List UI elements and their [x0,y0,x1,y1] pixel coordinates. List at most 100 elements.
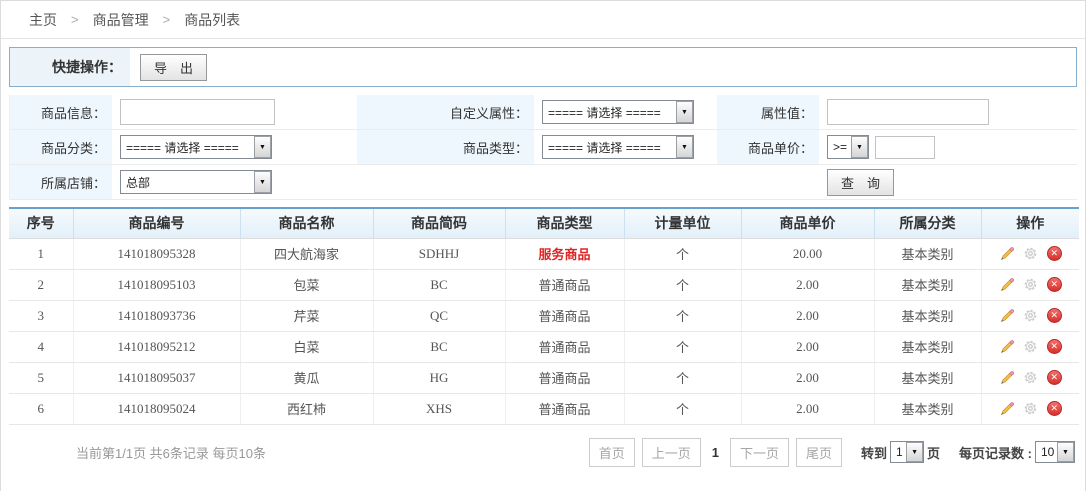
unit-price-operator-select[interactable]: >= ▼ [827,135,869,159]
gear-icon[interactable] [1023,277,1039,293]
product-price: 2.00 [741,393,874,424]
breadcrumb-separator-icon: > [71,12,79,27]
delete-icon[interactable]: ✕ [1047,308,1062,323]
gear-icon[interactable] [1023,308,1039,324]
product-code: 141018095103 [73,269,240,300]
breadcrumb-product-management[interactable]: 商品管理 [93,10,149,30]
breadcrumb-home[interactable]: 主页 [29,10,57,30]
gear-icon[interactable] [1023,370,1039,386]
breadcrumb: 主页 > 商品管理 > 商品列表 [1,1,1085,39]
delete-icon[interactable]: ✕ [1047,401,1062,416]
product-name: 白菜 [240,331,373,362]
header-short-code: 商品简码 [373,208,505,238]
product-short-code: BC [373,331,505,362]
product-unit: 个 [624,362,741,393]
search-button[interactable]: 查 询 [827,169,894,196]
goto-page-select[interactable]: 1 ▼ [890,441,924,463]
edit-icon[interactable] [999,339,1015,355]
table-header-row: 序号 商品编号 商品名称 商品简码 商品类型 计量单位 商品单价 所属分类 操作 [9,208,1079,238]
delete-icon[interactable]: ✕ [1047,246,1062,261]
export-button[interactable]: 导 出 [140,54,207,81]
edit-icon[interactable] [999,308,1015,324]
table-row: 1 141018095328 四大航海家 SDHHJ 服务商品 个 20.00 … [9,238,1079,269]
header-product-name: 商品名称 [240,208,373,238]
product-table: 序号 商品编号 商品名称 商品简码 商品类型 计量单位 商品单价 所属分类 操作… [9,207,1079,425]
chevron-down-icon: ▼ [906,442,923,462]
gear-icon[interactable] [1023,339,1039,355]
chevron-down-icon: ▼ [254,171,271,193]
chevron-down-icon: ▼ [676,101,693,123]
product-price: 2.00 [741,362,874,393]
product-short-code: SDHHJ [373,238,505,269]
product-short-code: QC [373,300,505,331]
product-unit: 个 [624,269,741,300]
custom-attr-label: 自定义属性： [357,95,534,129]
header-product-type: 商品类型 [505,208,624,238]
row-actions: ✕ [981,362,1079,393]
chevron-down-icon: ▼ [1057,442,1074,462]
product-type: 普通商品 [505,269,624,300]
header-actions: 操作 [981,208,1079,238]
product-category: 基本类别 [874,238,981,269]
edit-icon[interactable] [999,246,1015,262]
row-actions: ✕ [981,300,1079,331]
last-page-button[interactable]: 尾页 [796,438,842,467]
product-category: 基本类别 [874,331,981,362]
product-type: 服务商品 [505,238,624,269]
delete-icon[interactable]: ✕ [1047,370,1062,385]
delete-icon[interactable]: ✕ [1047,277,1062,292]
product-type-select[interactable]: ===== 请选择 ===== ▼ [542,135,694,159]
product-name: 西红柿 [240,393,373,424]
gear-icon[interactable] [1023,401,1039,417]
product-name: 四大航海家 [240,238,373,269]
product-price: 2.00 [741,269,874,300]
page-size-select[interactable]: 10 ▼ [1035,441,1075,463]
product-unit: 个 [624,300,741,331]
attr-value-input[interactable] [827,99,989,125]
edit-icon[interactable] [999,277,1015,293]
product-type: 普通商品 [505,393,624,424]
store-select[interactable]: 总部 ▼ [120,170,272,194]
product-short-code: HG [373,362,505,393]
custom-attr-select[interactable]: ===== 请选择 ===== ▼ [542,100,694,124]
product-price: 2.00 [741,331,874,362]
unit-price-label: 商品单价： [717,130,819,164]
row-index: 1 [9,238,73,269]
product-short-code: XHS [373,393,505,424]
first-page-button[interactable]: 首页 [589,438,635,467]
unit-price-input[interactable] [875,136,935,159]
header-index: 序号 [9,208,73,238]
current-page-number: 1 [712,445,719,460]
delete-icon[interactable]: ✕ [1047,339,1062,354]
category-select[interactable]: ===== 请选择 ===== ▼ [120,135,272,159]
product-code: 141018095024 [73,393,240,424]
prev-page-button[interactable]: 上一页 [642,438,701,467]
header-category: 所属分类 [874,208,981,238]
row-index: 2 [9,269,73,300]
product-price: 2.00 [741,300,874,331]
page-size-label: 每页记录数 : [959,443,1032,462]
table-row: 3 141018093736 芹菜 QC 普通商品 个 2.00 基本类别 [9,300,1079,331]
product-price: 20.00 [741,238,874,269]
product-code: 141018095212 [73,331,240,362]
product-category: 基本类别 [874,269,981,300]
product-category: 基本类别 [874,300,981,331]
category-label: 商品分类： [10,130,112,164]
pagination: 首页 上一页 1 下一页 尾页 转到 1 ▼ 页 每页记录数 : 10 ▼ [589,438,1075,467]
product-info-input[interactable] [120,99,275,125]
row-actions: ✕ [981,269,1079,300]
quick-actions-bar: 快捷操作： 导 出 [9,47,1077,87]
table-row: 5 141018095037 黄瓜 HG 普通商品 个 2.00 基本类别 [9,362,1079,393]
chevron-down-icon: ▼ [254,136,271,158]
gear-icon[interactable] [1023,246,1039,262]
filter-row-3: 所属店铺： 总部 ▼ 查 询 [10,165,1076,200]
filter-row-2: 商品分类： ===== 请选择 ===== ▼ 商品类型： ===== 请选择 … [10,130,1076,165]
attr-value-label: 属性值： [717,95,819,129]
header-unit-price: 商品单价 [741,208,874,238]
next-page-button[interactable]: 下一页 [730,438,789,467]
product-name: 黄瓜 [240,362,373,393]
row-actions: ✕ [981,331,1079,362]
edit-icon[interactable] [999,370,1015,386]
edit-icon[interactable] [999,401,1015,417]
quick-actions-body: 导 出 [130,54,1076,81]
